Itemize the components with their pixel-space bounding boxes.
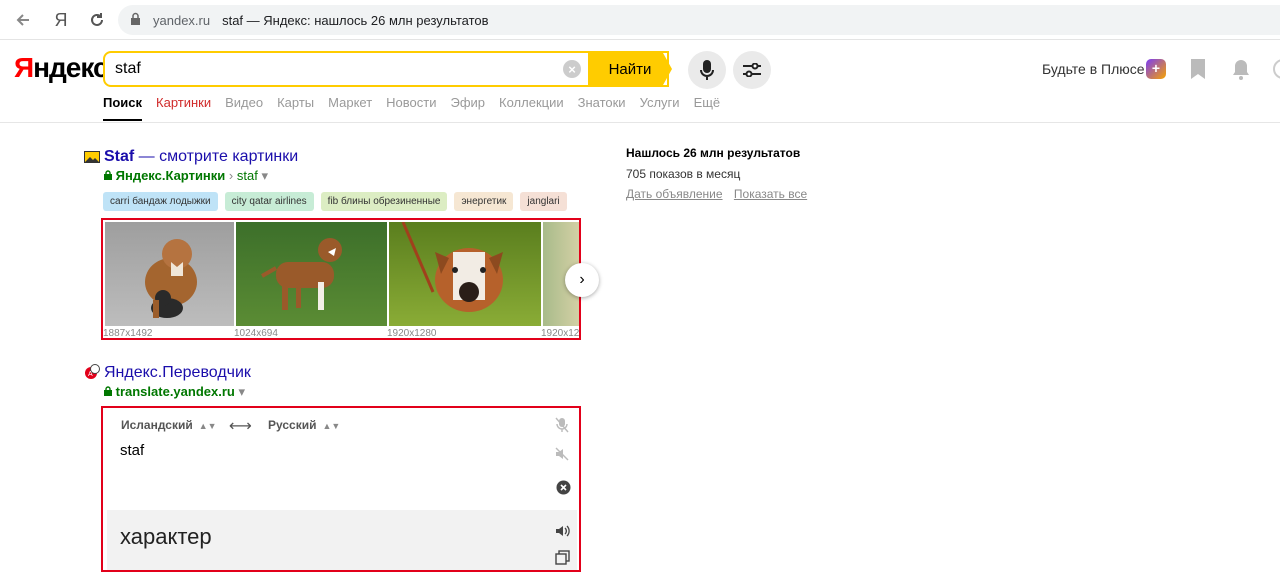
header-divider [0, 122, 1280, 123]
tab-maps[interactable]: Карты [277, 95, 314, 121]
search-tabs: Поиск Картинки Видео Карты Маркет Новост… [103, 95, 734, 121]
tab-efir[interactable]: Эфир [451, 95, 486, 121]
tab-images[interactable]: Картинки [156, 95, 211, 121]
clear-text-icon[interactable] [556, 480, 572, 496]
tab-more[interactable]: Ещё [694, 95, 721, 121]
swap-languages-icon[interactable]: ⟷ [229, 416, 252, 436]
url-dropdown-icon: ▾ [238, 384, 245, 399]
title-rest: — смотрите картинки [134, 148, 299, 165]
related-chip[interactable]: carri бандаж лодыжки [103, 192, 218, 211]
target-language: Русский [268, 418, 317, 432]
image-thumbnails-strip: 1887x1492 1024x694 1920x1280 1920x12 [101, 218, 581, 340]
sliders-icon [743, 63, 761, 77]
url-domain: yandex.ru [153, 12, 211, 28]
images-result-path[interactable]: Яндекс.Картинки › staf ▾ [104, 168, 268, 184]
clear-search-icon[interactable]: × [563, 60, 581, 78]
logo-letter: Я [14, 52, 34, 83]
copy-icon[interactable] [555, 550, 571, 566]
url-page-title: staf — Яндекс: нашлось 26 млн результато… [222, 12, 489, 28]
path-query: staf [236, 168, 258, 183]
user-avatar-icon[interactable] [1272, 58, 1280, 80]
lock-icon [104, 168, 112, 183]
tab-znatoki[interactable]: Знатоки [578, 95, 626, 121]
lock-icon [130, 12, 141, 28]
voice-search-button[interactable] [688, 51, 726, 89]
related-chip[interactable]: энергетик [454, 192, 514, 211]
translation-output: характер [107, 510, 577, 570]
logo-rest: ндекс [33, 52, 108, 83]
translation-text: характер [120, 524, 212, 549]
post-ad-link[interactable]: Дать объявление [626, 187, 723, 201]
related-chip[interactable]: city qatar airlines [224, 192, 314, 211]
source-language: Исландский [121, 418, 193, 432]
back-icon[interactable] [12, 8, 34, 32]
chevron-right-icon: › [579, 271, 585, 288]
browser-toolbar: Я yandex.ru staf — Яндекс: нашлось 26 мл… [0, 0, 1280, 40]
path-separator: › [228, 168, 234, 183]
tab-search[interactable]: Поиск [103, 95, 143, 121]
microphone-off-icon[interactable] [555, 417, 571, 433]
translator-result-url[interactable]: translate.yandex.ru ▾ [104, 384, 245, 400]
svg-text:A: A [88, 371, 93, 378]
speaker-icon[interactable] [555, 524, 571, 540]
translator-service-icon: A [84, 364, 100, 379]
address-bar[interactable]: yandex.ru staf — Яндекс: нашлось 26 млн … [118, 5, 1280, 35]
search-input[interactable] [105, 54, 555, 84]
image-size-label: 1887x1492 [103, 328, 153, 339]
search-filters-button[interactable] [733, 51, 771, 89]
source-text[interactable]: staf [120, 442, 144, 459]
path-dropdown-icon: ▾ [261, 168, 268, 183]
results-sidebar: Нашлось 26 млн результатов 705 показов в… [626, 146, 815, 201]
yandex-logo[interactable]: Яндекс [14, 52, 109, 84]
target-language-select[interactable]: Русский ▲▼ [268, 418, 340, 432]
translator-widget: Исландский ▲▼ ⟷ Русский ▲▼ staf характер [101, 406, 581, 572]
microphone-icon [700, 60, 714, 80]
images-result-title[interactable]: Staf — смотрите картинки [104, 148, 298, 166]
related-chip[interactable]: fib блины обрезиненные [320, 192, 448, 211]
show-all-link[interactable]: Показать все [734, 187, 807, 201]
results-count: Нашлось 26 млн результатов [626, 146, 801, 160]
bookmark-icon[interactable] [1189, 58, 1211, 80]
tab-video[interactable]: Видео [225, 95, 263, 121]
title-query: Staf [104, 148, 135, 165]
yandex-y-icon[interactable]: Я [50, 8, 72, 32]
url-text: translate.yandex.ru [115, 384, 235, 399]
source-language-select[interactable]: Исландский ▲▼ [121, 418, 217, 432]
images-service-icon [84, 150, 100, 164]
speaker-off-icon[interactable] [555, 447, 571, 463]
path-site: Яндекс.Картинки [115, 168, 226, 183]
image-thumbnail[interactable] [236, 222, 387, 326]
image-size-label: 1024x694 [234, 328, 278, 339]
plus-promo-link[interactable]: Будьте в Плюсе [1042, 61, 1145, 77]
tab-collections[interactable]: Коллекции [499, 95, 564, 121]
related-chip[interactable]: janglari [520, 192, 567, 211]
find-button[interactable]: Найти [588, 51, 672, 87]
lock-icon [104, 384, 112, 399]
image-size-label: 1920x1280 [387, 328, 437, 339]
sidebar-links: Дать объявление Показать все [626, 187, 815, 201]
tab-services[interactable]: Услуги [640, 95, 680, 121]
reload-icon[interactable] [86, 8, 108, 32]
image-size-label: 1920x12 [541, 328, 580, 339]
next-images-button[interactable]: › [565, 263, 599, 297]
image-thumbnail[interactable] [389, 222, 541, 326]
related-queries: carri бандаж лодыжки city qatar airlines… [103, 192, 574, 211]
search-box: × [103, 51, 669, 87]
impressions-count: 705 показов в месяц [626, 167, 741, 181]
updown-arrow-icon: ▲▼ [198, 421, 217, 431]
tab-market[interactable]: Маркет [328, 95, 372, 121]
plus-badge-icon[interactable]: + [1146, 59, 1166, 79]
image-thumbnail[interactable] [105, 222, 234, 326]
updown-arrow-icon: ▲▼ [322, 421, 341, 431]
translator-result-title[interactable]: Яндекс.Переводчик [104, 364, 251, 382]
tab-news[interactable]: Новости [386, 95, 436, 121]
notifications-bell-icon[interactable] [1231, 58, 1253, 80]
